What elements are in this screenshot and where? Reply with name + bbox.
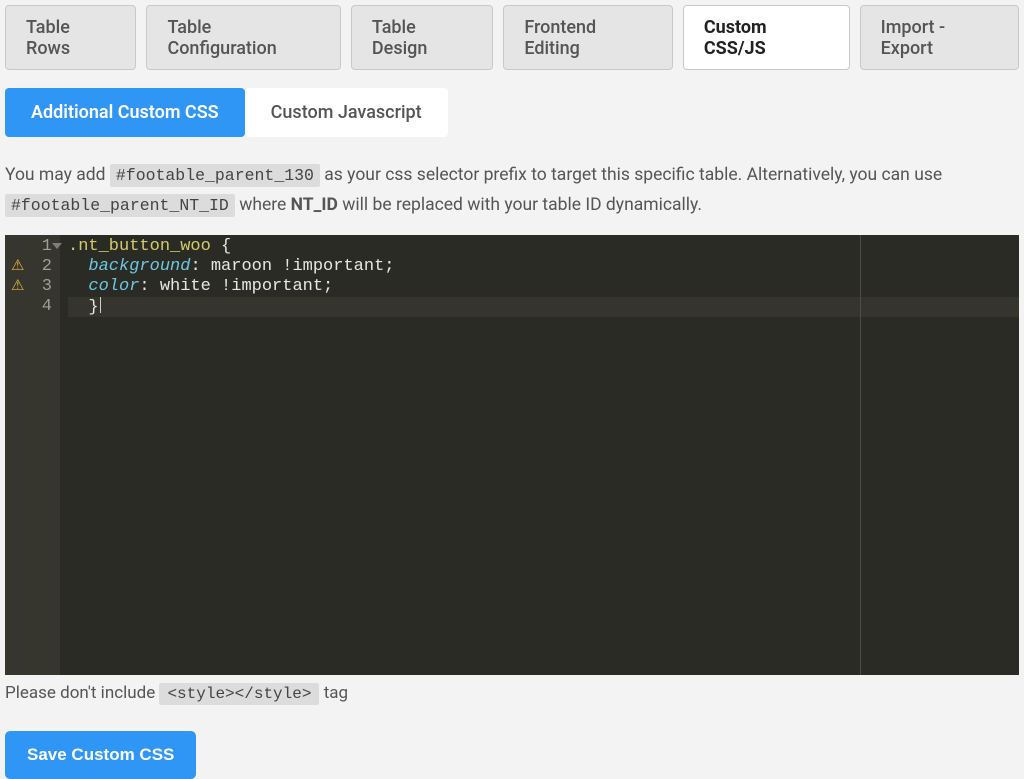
- sub-tab-bar: Additional Custom CSS Custom Javascript: [5, 88, 1019, 137]
- text-cursor: [100, 297, 101, 313]
- tab-frontend-editing[interactable]: Frontend Editing: [503, 5, 673, 70]
- token-brace: {: [211, 237, 231, 256]
- token-selector: .nt_button_woo: [68, 237, 211, 256]
- code-line-active: }: [68, 297, 1019, 317]
- bottom-hint-part: tag: [324, 683, 348, 703]
- line-number: 2: [42, 257, 52, 277]
- top-tab-bar: Table Rows Table Configuration Table Des…: [5, 5, 1019, 70]
- gutter-row: 1: [5, 237, 60, 257]
- token-indent: [68, 277, 88, 296]
- sub-tab-custom-js[interactable]: Custom Javascript: [245, 88, 448, 137]
- helper-text-part: will be replaced with your table ID dyna…: [342, 195, 702, 215]
- token-value: white !important;: [160, 277, 333, 296]
- editor-gutter: 1 ⚠ 2 ⚠ 3 4: [5, 235, 60, 675]
- gutter-row: ⚠ 2: [5, 257, 60, 277]
- line-number: 3: [42, 277, 52, 297]
- helper-text-part: as your css selector prefix to target th…: [324, 165, 942, 185]
- bottom-hint-part: Please don't include: [5, 683, 159, 703]
- line-number: 4: [42, 297, 52, 317]
- token-brace: }: [88, 298, 98, 317]
- helper-text-part: You may add: [5, 165, 110, 185]
- token-indent: [68, 298, 88, 317]
- helper-text-part: where: [239, 195, 290, 215]
- warning-icon[interactable]: ⚠: [11, 277, 24, 297]
- code-line: .nt_button_woo {: [68, 237, 1019, 257]
- bottom-hint: Please don't include <style></style> tag: [5, 683, 1019, 703]
- line-number: 1: [42, 237, 52, 257]
- code-line: color: white !important;: [68, 277, 1019, 297]
- css-code-editor[interactable]: 1 ⚠ 2 ⚠ 3 4 .nt_button_woo { background:…: [5, 235, 1019, 675]
- gutter-row: 4: [5, 297, 60, 317]
- token-value: maroon !important;: [211, 257, 395, 276]
- editor-print-margin: [860, 235, 861, 675]
- code-line: background: maroon !important;: [68, 257, 1019, 277]
- gutter-row: ⚠ 3: [5, 277, 60, 297]
- save-custom-css-button[interactable]: Save Custom CSS: [5, 731, 196, 779]
- tab-import-export[interactable]: Import - Export: [860, 5, 1019, 70]
- token-property: color: [88, 277, 139, 296]
- token-colon: :: [190, 257, 210, 276]
- token-indent: [68, 257, 88, 276]
- tab-table-design[interactable]: Table Design: [351, 5, 493, 70]
- token-colon: :: [139, 277, 159, 296]
- helper-bold-ntid: NT_ID: [291, 195, 338, 215]
- helper-text: You may add #footable_parent_130 as your…: [5, 161, 1019, 221]
- token-property: background: [88, 257, 190, 276]
- helper-code-selector-specific: #footable_parent_130: [110, 164, 320, 187]
- helper-code-selector-dynamic: #footable_parent_NT_ID: [5, 194, 235, 217]
- editor-code-area[interactable]: .nt_button_woo { background: maroon !imp…: [60, 235, 1019, 675]
- sub-tab-additional-css[interactable]: Additional Custom CSS: [5, 88, 245, 137]
- warning-icon[interactable]: ⚠: [11, 257, 24, 277]
- tab-table-configuration[interactable]: Table Configuration: [146, 5, 340, 70]
- bottom-hint-code: <style></style>: [159, 683, 319, 705]
- tab-table-rows[interactable]: Table Rows: [5, 5, 136, 70]
- tab-custom-css-js[interactable]: Custom CSS/JS: [683, 5, 850, 70]
